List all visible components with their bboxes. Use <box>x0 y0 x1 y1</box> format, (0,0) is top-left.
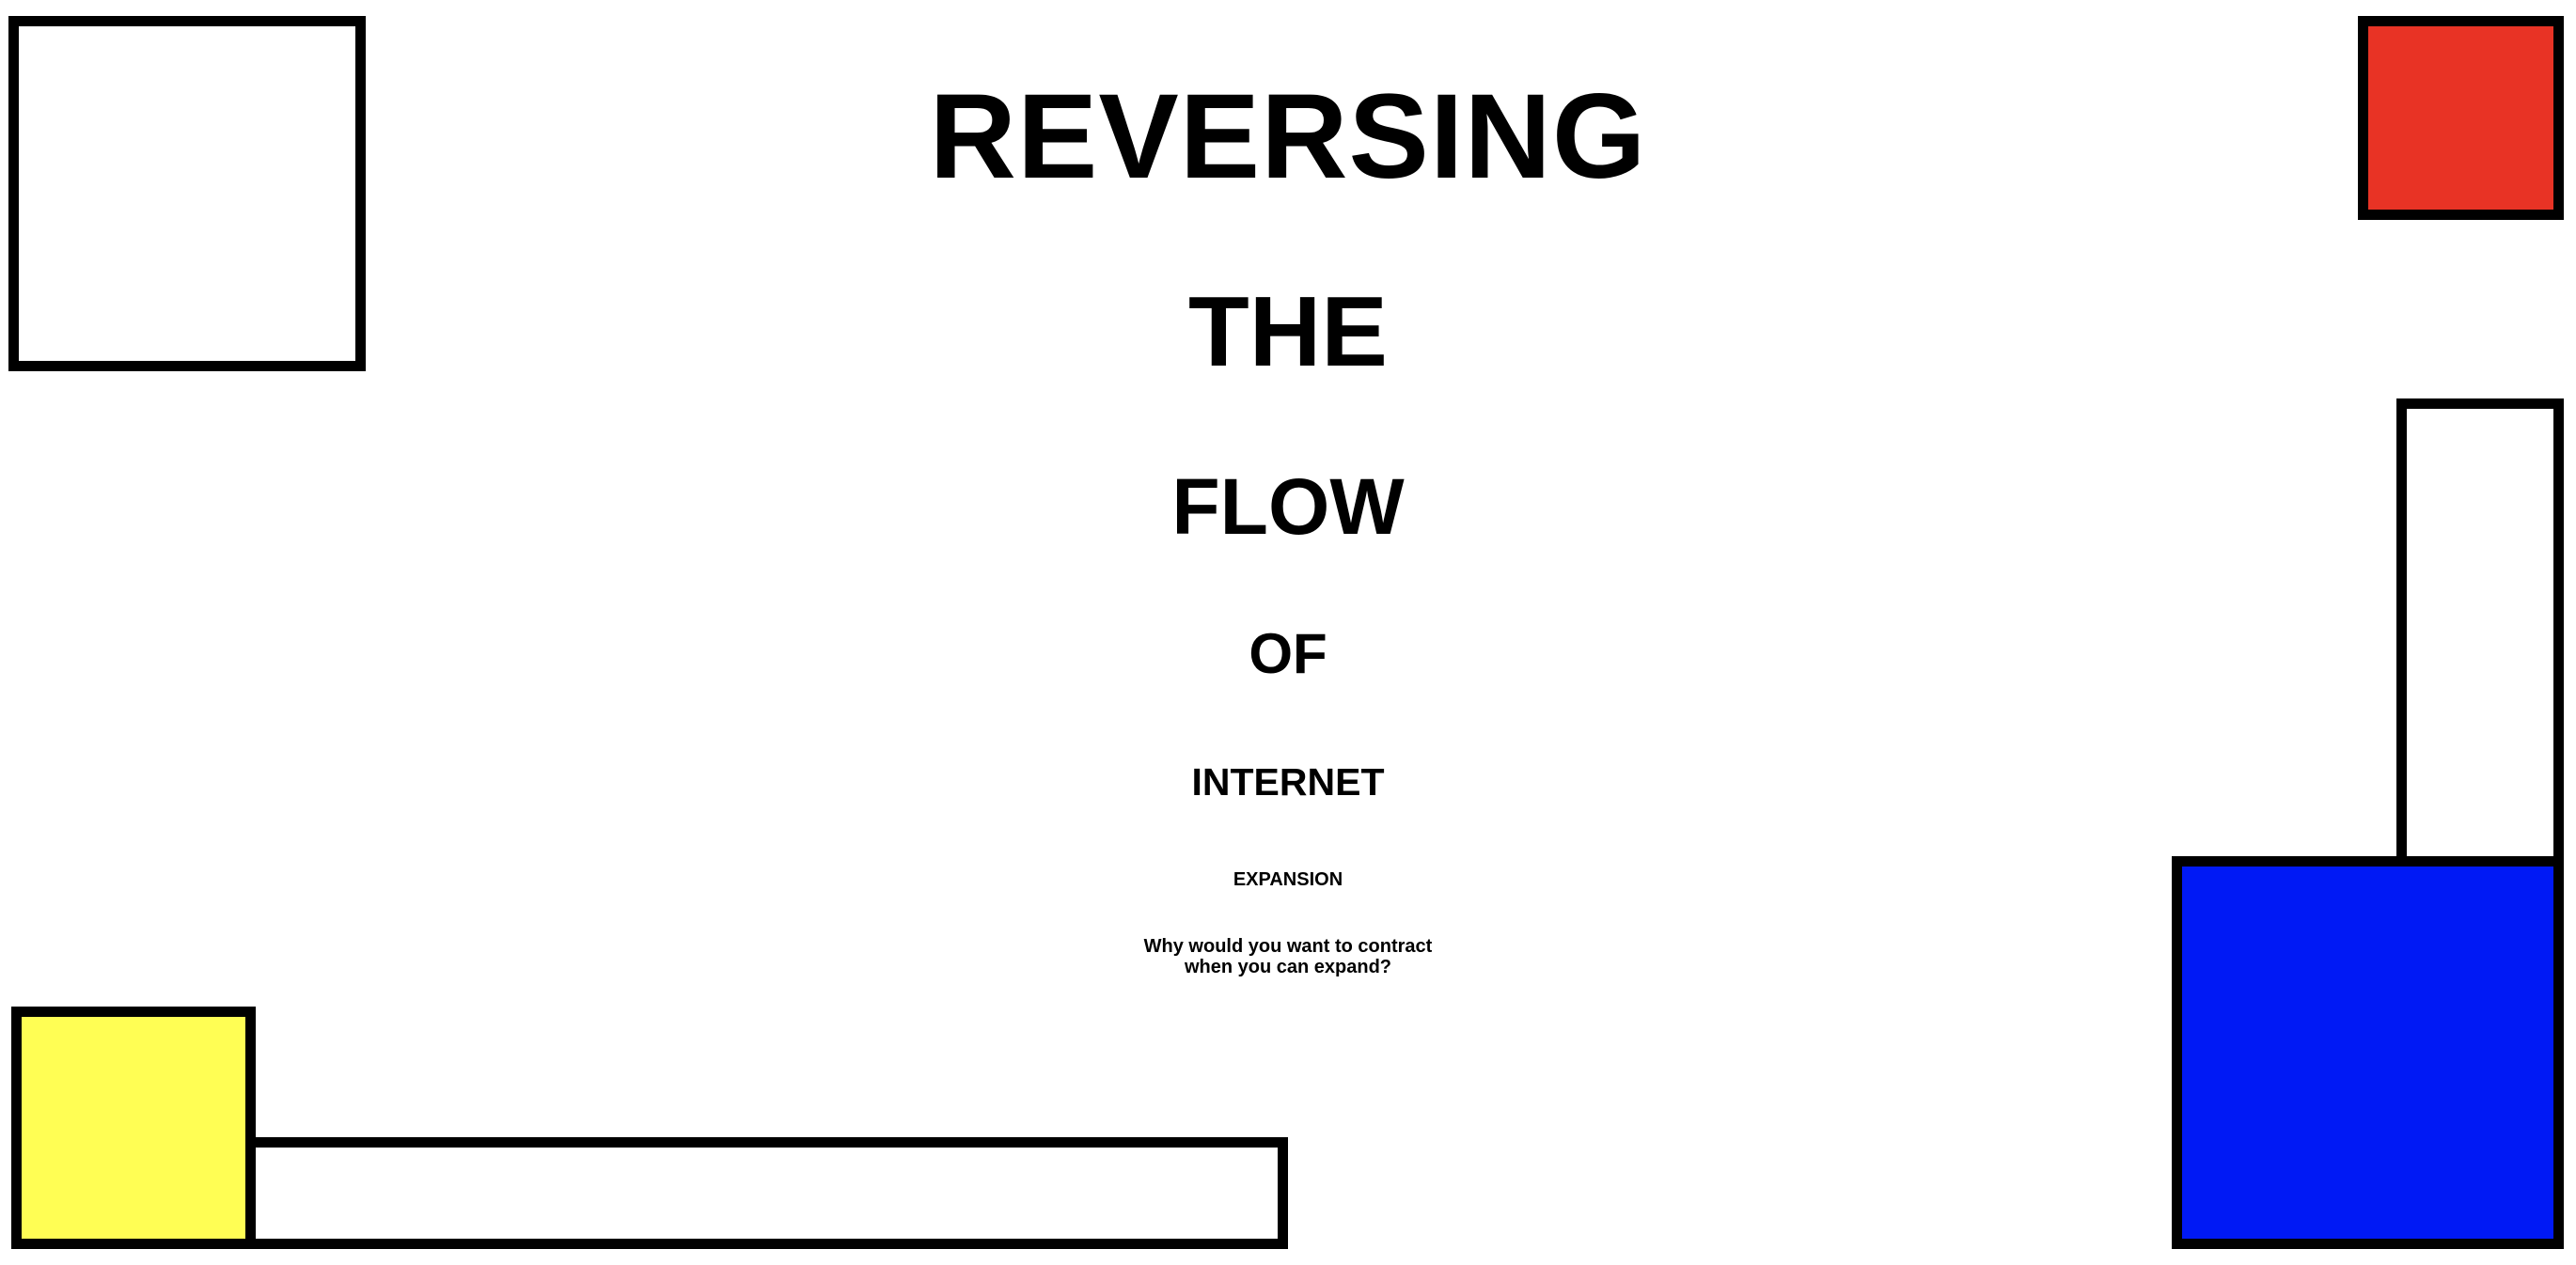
title-word-internet: INTERNET <box>1191 760 1385 804</box>
blue-square <box>2172 856 2564 1249</box>
title-word-of: OF <box>1249 622 1327 685</box>
title-word-reversing: REVERSING <box>929 70 1647 204</box>
title-word-expansion: EXPANSION <box>1233 869 1343 890</box>
yellow-square <box>11 1007 256 1249</box>
page: REVERSING THE FLOW OF INTERNET EXPANSION… <box>0 0 2576 1265</box>
title-word-flow: FLOW <box>1171 462 1405 551</box>
white-horizontal-bar <box>245 1137 1288 1249</box>
tagline: Why would you want to contract when you … <box>0 936 2576 977</box>
title-word-the: THE <box>1188 276 1388 387</box>
tagline-line-1: Why would you want to contract <box>1143 936 1433 957</box>
tagline-line-2: when you can expand? <box>1184 957 1392 977</box>
